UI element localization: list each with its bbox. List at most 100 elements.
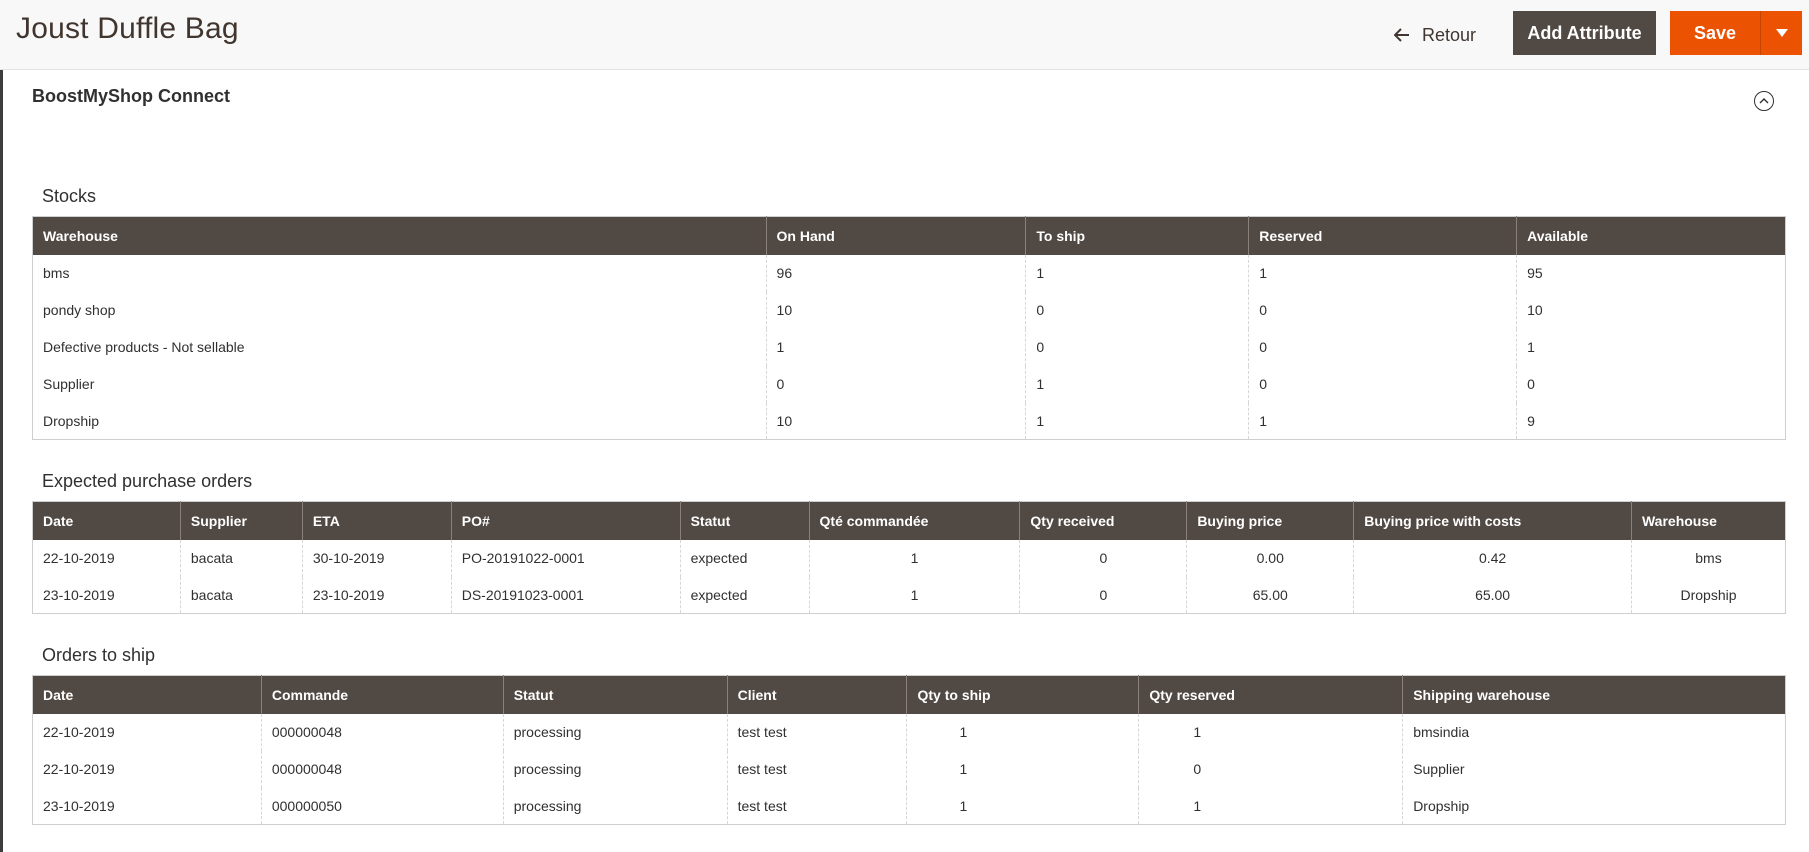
cell: 1 [1248, 254, 1517, 292]
back-button[interactable]: Retour [1394, 16, 1476, 54]
cell: 10 [765, 291, 1026, 329]
table-row: 22-10-2019 bacata 30-10-2019 PO-20191022… [33, 539, 1786, 577]
save-options-toggle[interactable] [1760, 11, 1802, 55]
cell: 1 [765, 328, 1026, 366]
cell: 65.00 [1353, 576, 1632, 614]
cell: 0 [1248, 365, 1517, 403]
cell: test test [726, 713, 907, 751]
column-header[interactable]: PO# [450, 501, 681, 540]
left-edge-bar [0, 70, 3, 852]
cell: 22-10-2019 [43, 761, 115, 777]
cell: processing [502, 750, 728, 788]
column-header[interactable]: Qté commandée [808, 501, 1020, 540]
column-header[interactable]: Date [32, 501, 181, 540]
cell: 0 [1138, 750, 1403, 788]
orders-to-ship-header-row: Date Commande Statut Client Qty to ship … [32, 675, 1786, 714]
table-row: Defective products - Not sellable 1 0 0 … [33, 328, 1786, 366]
cell: bmsindia [1402, 713, 1786, 751]
cell: Supplier [43, 376, 95, 392]
column-header[interactable]: Client [726, 675, 907, 714]
cell: test test [726, 750, 907, 788]
column-header[interactable]: Supplier [179, 501, 303, 540]
cell: bms [1630, 539, 1786, 577]
cell: bms [43, 265, 70, 281]
table-row: pondy shop 10 0 0 10 [33, 291, 1786, 329]
stocks-header-row: Warehouse On Hand To ship Reserved Avail… [32, 216, 1786, 255]
cell: 0 [1019, 539, 1187, 577]
cell: processing [502, 787, 728, 825]
column-header[interactable]: Reserved [1248, 216, 1517, 255]
cell: expected [679, 576, 810, 614]
column-header[interactable]: Warehouse [32, 216, 767, 255]
page-title: Joust Duffle Bag [16, 12, 239, 45]
cell: 22-10-2019 [43, 550, 115, 566]
column-header[interactable]: Statut [679, 501, 810, 540]
cell: 10 [1516, 291, 1786, 329]
cell: 0 [1516, 365, 1786, 403]
cell: bacata [179, 576, 303, 614]
column-header[interactable]: Qty reserved [1138, 675, 1403, 714]
cell: 1 [906, 713, 1139, 751]
cell: 0 [1025, 328, 1249, 366]
cell: 10 [765, 402, 1026, 440]
add-attribute-button[interactable]: Add Attribute [1513, 11, 1656, 55]
cell: test test [726, 787, 907, 825]
chevron-up-circle-icon[interactable] [1754, 91, 1774, 111]
column-header[interactable]: Buying price with costs [1353, 501, 1632, 540]
cell: 000000048 [260, 713, 504, 751]
cell: 1 [1138, 787, 1403, 825]
cell: 9 [1516, 402, 1786, 440]
column-header[interactable]: Buying price [1186, 501, 1354, 540]
cell: 23-10-2019 [301, 576, 452, 614]
column-header[interactable]: Warehouse [1630, 501, 1786, 540]
cell: 65.00 [1186, 576, 1354, 614]
column-header[interactable]: Statut [502, 675, 728, 714]
purchase-orders-header-row: Date Supplier ETA PO# Statut Qté command… [32, 501, 1786, 540]
cell: 1 [1138, 713, 1403, 751]
save-button[interactable]: Save [1670, 11, 1760, 55]
column-header[interactable]: On Hand [765, 216, 1026, 255]
table-row: 22-10-2019 000000048 processing test tes… [33, 713, 1786, 751]
cell: processing [502, 713, 728, 751]
cell: Dropship [43, 412, 100, 429]
table-row: 22-10-2019 000000048 processing test tes… [33, 750, 1786, 788]
save-button-group: Save [1670, 11, 1802, 55]
column-header[interactable]: Commande [260, 675, 504, 714]
cell: 1 [1025, 254, 1249, 292]
cell: PO-20191022-0001 [450, 539, 681, 577]
cell: 0 [1019, 576, 1187, 614]
column-header[interactable]: Shipping warehouse [1402, 675, 1786, 714]
cell: 0.42 [1353, 539, 1632, 577]
back-button-label: Retour [1422, 24, 1477, 45]
caret-down-icon [1775, 29, 1788, 37]
cell: 23-10-2019 [43, 797, 115, 814]
cell: expected [679, 539, 810, 577]
table-row: Dropship 10 1 1 9 [33, 402, 1786, 440]
orders-to-ship-title: Orders to ship [42, 645, 156, 665]
cell: 1 [808, 539, 1020, 577]
cell: 23-10-2019 [43, 586, 115, 603]
cell: 1 [1025, 365, 1249, 403]
column-header[interactable]: Qty to ship [906, 675, 1139, 714]
cell: 1 [808, 576, 1020, 614]
cell: bacata [179, 539, 303, 577]
column-header[interactable]: Date [32, 675, 262, 714]
table-row: Supplier 0 1 0 0 [33, 365, 1786, 403]
cell: 000000048 [260, 750, 504, 788]
orders-to-ship-table: Date Commande Statut Client Qty to ship … [32, 675, 1786, 825]
cell: Dropship [1630, 576, 1786, 614]
stocks-title: Stocks [42, 186, 97, 206]
cell: 0.00 [1186, 539, 1354, 577]
column-header[interactable]: Qty received [1019, 501, 1187, 540]
cell: pondy shop [43, 302, 116, 318]
cell: 1 [906, 787, 1139, 825]
purchase-orders-table: Date Supplier ETA PO# Statut Qté command… [32, 501, 1786, 614]
cell: 22-10-2019 [43, 724, 115, 740]
column-header[interactable]: Available [1516, 216, 1786, 255]
column-header[interactable]: To ship [1025, 216, 1249, 255]
cell: 1 [1516, 328, 1786, 366]
purchase-orders-title: Expected purchase orders [42, 471, 253, 491]
column-header[interactable]: ETA [301, 501, 452, 540]
page-header: Joust Duffle Bag Retour Add Attribute Sa… [0, 0, 1809, 70]
cell: 0 [1248, 291, 1517, 329]
